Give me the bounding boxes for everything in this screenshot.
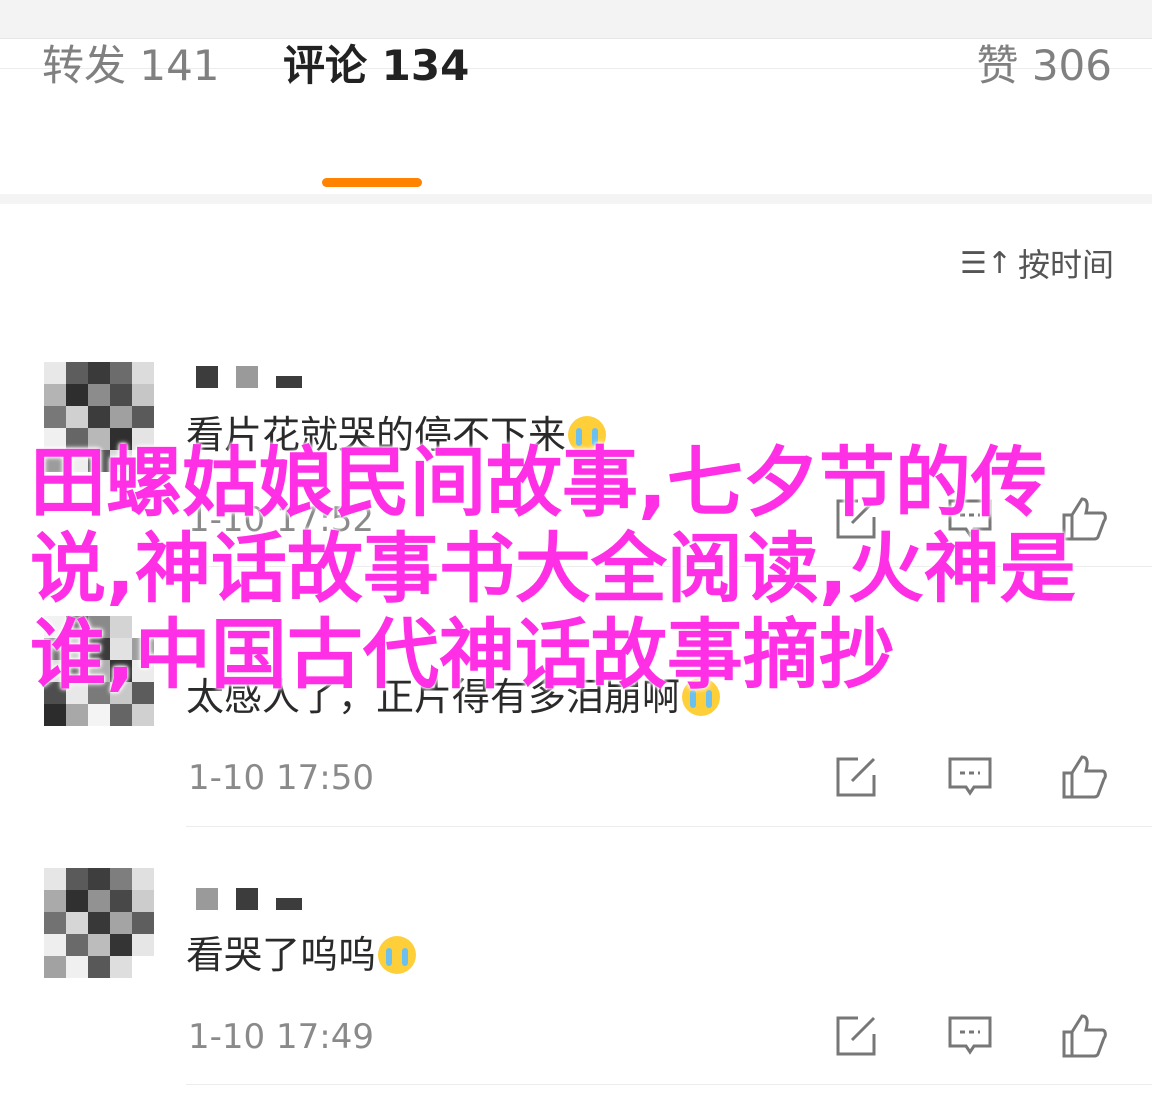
comment-divider [186, 1084, 1152, 1085]
share-icon[interactable] [832, 753, 880, 801]
comment-body: 看哭了呜呜 [186, 933, 377, 977]
sort-icon: ☰↑ [959, 245, 1012, 281]
comment-icon[interactable] [946, 753, 994, 801]
comment-text: 看哭了呜呜 [186, 930, 417, 980]
tab-repost[interactable]: 转发 141 [42, 38, 220, 94]
comment-icon[interactable] [946, 1012, 994, 1060]
tab-likes[interactable]: 赞 306 [976, 38, 1112, 94]
section-divider [0, 194, 1152, 204]
share-icon[interactable] [832, 1012, 880, 1060]
top-bar [0, 0, 1152, 39]
comment-timestamp: 1-10 17:50 [188, 758, 374, 798]
username-blurred[interactable] [196, 364, 302, 388]
like-icon[interactable] [1060, 753, 1108, 801]
sort-label: 按时间 [1017, 246, 1114, 284]
overlay-headline: 田螺姑娘民间故事,七夕节的传说,神话故事书大全阅读,火神是谁,中国古代神话故事摘… [30, 438, 1076, 699]
crying-face-emoji-icon [378, 936, 417, 974]
active-tab-indicator [322, 178, 422, 187]
tab-comments[interactable]: 评论 134 [283, 38, 469, 94]
sort-by-time-button[interactable]: ☰↑ 按时间 [959, 242, 1114, 285]
avatar[interactable] [44, 868, 154, 978]
username-blurred[interactable] [196, 886, 302, 910]
comment-divider [186, 826, 1152, 827]
like-icon[interactable] [1060, 1012, 1108, 1060]
comment-timestamp: 1-10 17:49 [188, 1017, 374, 1057]
